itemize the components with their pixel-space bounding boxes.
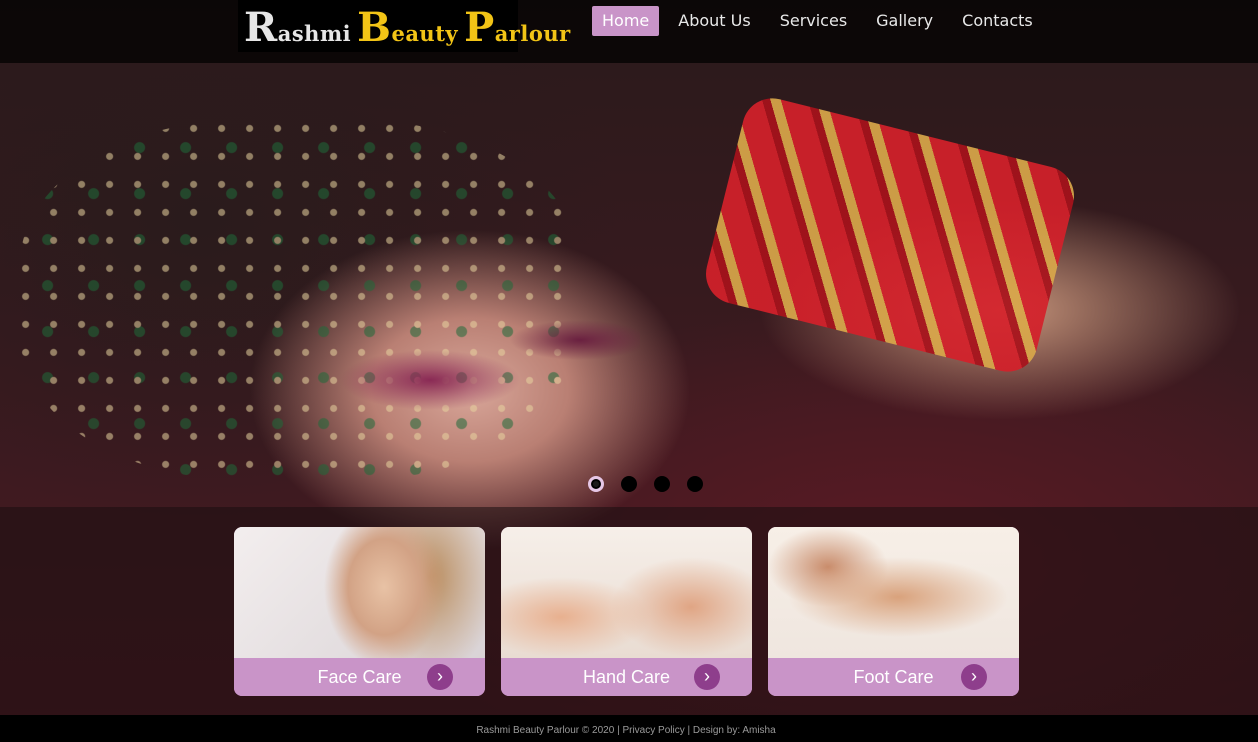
nav-home[interactable]: Home — [592, 6, 660, 36]
card-caption: Face Care › — [234, 658, 485, 696]
logo-text: eauty — [391, 21, 459, 46]
main-nav: Home About Us Services Gallery Contacts — [592, 6, 1052, 36]
chevron-right-icon[interactable]: › — [427, 664, 453, 690]
hand-care-image — [501, 527, 752, 658]
site-logo[interactable]: Rashmi Beauty Parlour — [244, 4, 571, 51]
nav-about-us[interactable]: About Us — [668, 6, 760, 36]
logo-text: ashmi — [277, 21, 352, 46]
makeup-detail — [340, 300, 640, 420]
footer-text: Rashmi Beauty Parlour © 2020 | Privacy P… — [476, 725, 776, 736]
nav-services[interactable]: Services — [770, 6, 857, 36]
chevron-right-icon[interactable]: › — [961, 664, 987, 690]
logo-letter: R — [244, 4, 278, 51]
footer: Rashmi Beauty Parlour © 2020 | Privacy P… — [0, 715, 1258, 742]
card-caption: Hand Care › — [501, 658, 752, 696]
logo-text: arlour — [494, 21, 571, 46]
slider-dot-3[interactable] — [654, 476, 670, 492]
slider-dot-1[interactable] — [588, 476, 604, 492]
service-card-foot-care[interactable]: Foot Care › — [768, 527, 1019, 696]
face-care-image — [234, 527, 485, 658]
foot-care-image — [768, 527, 1019, 658]
card-caption: Foot Care › — [768, 658, 1019, 696]
chevron-right-icon[interactable]: › — [694, 664, 720, 690]
slider-dot-4[interactable] — [687, 476, 703, 492]
service-card-face-care[interactable]: Face Care › — [234, 527, 485, 696]
bangles-decoration — [699, 91, 1081, 379]
slider-dot-2[interactable] — [621, 476, 637, 492]
service-card-hand-care[interactable]: Hand Care › — [501, 527, 752, 696]
logo-letter: P — [464, 4, 495, 51]
slider-pagination — [588, 476, 703, 492]
nav-gallery[interactable]: Gallery — [866, 6, 943, 36]
nav-contacts[interactable]: Contacts — [952, 6, 1043, 36]
logo-letter: B — [357, 4, 392, 51]
